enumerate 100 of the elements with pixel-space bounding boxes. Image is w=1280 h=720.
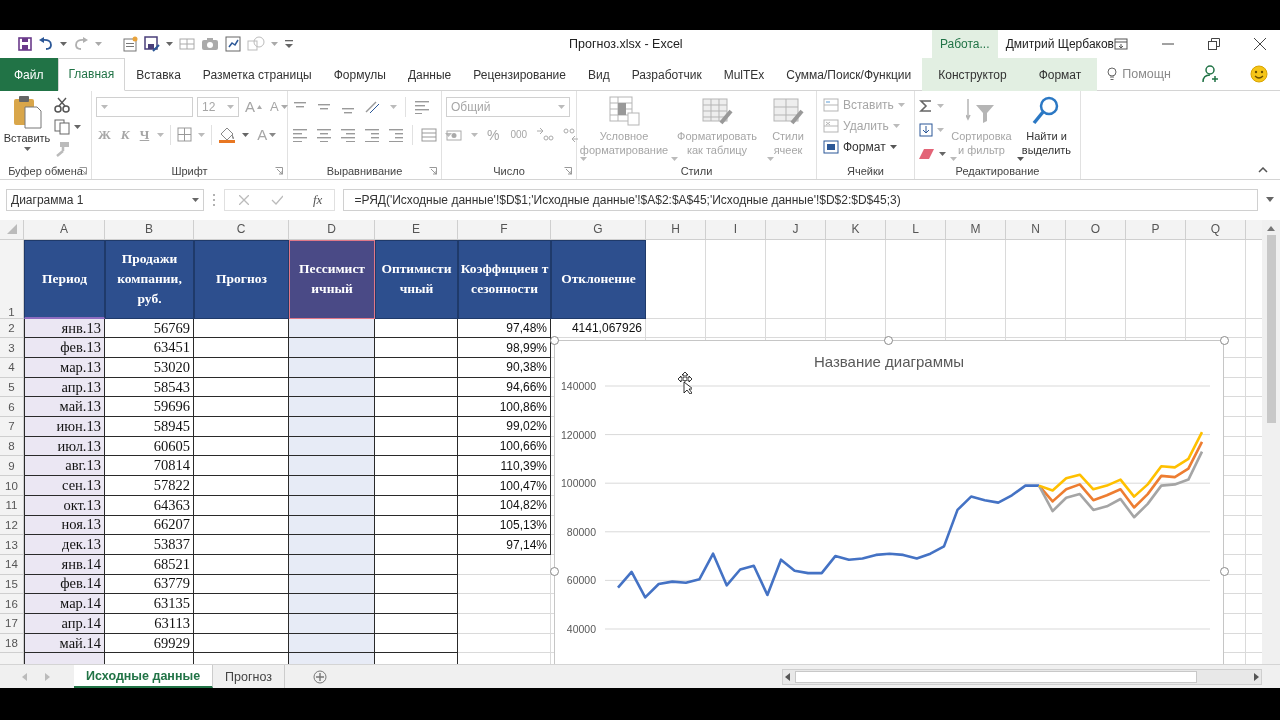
formula-field[interactable]: =РЯД('Исходные данные'!$D$1;'Исходные данные'!$A$2:$A$45;'Исходные данные'!$D$2:$D$45;3) xyxy=(343,188,1258,211)
row-header[interactable]: 1 xyxy=(0,239,24,319)
sum-icon[interactable] xyxy=(919,98,933,113)
column-header[interactable]: B xyxy=(105,219,194,240)
row-header[interactable]: 3 xyxy=(0,338,24,359)
save-icon[interactable] xyxy=(18,37,32,51)
save-as-icon[interactable] xyxy=(144,36,160,52)
ribbon-tab[interactable]: Разработчик xyxy=(620,58,713,91)
column-header[interactable]: K xyxy=(826,219,886,240)
row-header[interactable]: 4 xyxy=(0,358,24,378)
column-header[interactable]: O xyxy=(1066,219,1126,240)
increase-decimal-icon[interactable] xyxy=(536,126,555,143)
document-icon[interactable] xyxy=(122,36,138,52)
previous-sheet-icon[interactable] xyxy=(22,672,27,681)
paste-button[interactable]: Вставить xyxy=(4,94,50,163)
wrap-text-icon[interactable] xyxy=(414,99,430,114)
table-icon[interactable] xyxy=(179,37,195,51)
next-sheet-icon[interactable] xyxy=(45,672,50,681)
column-header[interactable]: H xyxy=(646,219,706,240)
chart-icon[interactable] xyxy=(225,36,241,52)
column-header[interactable]: P xyxy=(1126,219,1186,240)
row-header[interactable]: 13 xyxy=(0,535,24,555)
column-header[interactable]: F xyxy=(458,219,551,240)
copy-icon[interactable] xyxy=(54,118,70,135)
column-header[interactable]: E xyxy=(375,219,458,240)
ribbon-tab[interactable]: Файл xyxy=(0,58,58,91)
row-header[interactable]: 18 xyxy=(0,633,24,654)
fill-color-icon[interactable] xyxy=(218,126,237,144)
scrollbar-thumb[interactable] xyxy=(795,670,1197,683)
accounting-icon[interactable] xyxy=(446,127,464,142)
add-person-icon[interactable] xyxy=(1202,64,1220,83)
ribbon-tab[interactable]: Конструктор xyxy=(922,58,1023,91)
column-header[interactable]: Q xyxy=(1186,219,1246,240)
ribbon-display-icon[interactable] xyxy=(1114,38,1128,50)
align-left-icon[interactable] xyxy=(292,127,308,142)
row-header[interactable]: 5 xyxy=(0,377,24,398)
ribbon-tab[interactable]: Вставка xyxy=(125,58,192,91)
eraser-icon[interactable] xyxy=(919,147,935,160)
decrease-decimal-icon[interactable] xyxy=(561,126,580,143)
align-right-icon[interactable] xyxy=(340,127,356,142)
fill-down-icon[interactable] xyxy=(919,122,933,137)
ribbon-tab[interactable]: Главная xyxy=(57,58,126,91)
row-header[interactable]: 6 xyxy=(0,397,24,418)
column-header[interactable]: L xyxy=(886,219,946,240)
row-header[interactable]: 10 xyxy=(0,476,24,496)
ribbon-tab[interactable]: Формат xyxy=(1022,58,1098,91)
align-center-icon[interactable] xyxy=(316,127,332,142)
close-icon[interactable] xyxy=(1254,38,1266,50)
row-header[interactable]: 16 xyxy=(0,594,24,614)
restore-icon[interactable] xyxy=(1208,38,1220,50)
user-name[interactable]: Дмитрий Щербаков xyxy=(1005,37,1114,51)
format-painter-icon[interactable] xyxy=(54,140,70,157)
lightbulb-icon[interactable] xyxy=(1107,66,1118,81)
decrease-indent-icon[interactable] xyxy=(364,127,380,142)
camera-icon[interactable] xyxy=(201,37,219,51)
ribbon-tab[interactable]: Рецензирование xyxy=(462,58,577,91)
row-header[interactable]: 14 xyxy=(0,554,24,575)
expand-icon[interactable] xyxy=(1266,197,1274,203)
row-header[interactable]: 11 xyxy=(0,495,24,516)
column-header[interactable]: J xyxy=(766,219,826,240)
row-header[interactable]: 7 xyxy=(0,417,24,437)
row-header[interactable]: 8 xyxy=(0,436,24,457)
resize-handle[interactable] xyxy=(1220,335,1229,345)
column-header[interactable]: D xyxy=(289,219,375,240)
scroll-right-icon[interactable] xyxy=(1251,672,1261,681)
redo-icon[interactable] xyxy=(73,37,89,51)
scrollbar-thumb[interactable] xyxy=(1266,234,1276,423)
smiley-icon[interactable] xyxy=(1250,64,1268,83)
scroll-left-icon[interactable] xyxy=(783,672,793,681)
column-header[interactable]: N xyxy=(1006,219,1066,240)
row-header[interactable]: 2 xyxy=(0,318,24,339)
row-header[interactable]: 15 xyxy=(0,574,24,595)
sheet-tab[interactable]: Прогноз xyxy=(213,665,285,688)
name-box[interactable]: Диаграмма 1 xyxy=(6,188,204,211)
increase-indent-icon[interactable] xyxy=(388,127,404,142)
ribbon-tab[interactable]: Данные xyxy=(396,58,463,91)
borders-icon[interactable] xyxy=(177,127,193,143)
scroll-up-icon[interactable] xyxy=(1267,225,1275,231)
column-header[interactable]: I xyxy=(706,219,766,240)
font-name-field[interactable] xyxy=(96,96,193,117)
new-sheet-icon[interactable] xyxy=(313,669,327,684)
scissors-icon[interactable] xyxy=(54,96,70,113)
editing-button[interactable]: Найти и выделить xyxy=(1016,94,1076,164)
column-header[interactable]: C xyxy=(194,219,289,240)
row-header[interactable]: 12 xyxy=(0,515,24,536)
customize-icon[interactable] xyxy=(284,39,294,49)
cells-menu-button[interactable]: Формат xyxy=(821,136,907,158)
chart-area[interactable]: Название диаграммы 40000 60000 80000 100000 120000 140000 xyxy=(554,339,1224,664)
ribbon-tab[interactable]: Вид xyxy=(576,58,621,91)
collapse-ribbon-icon[interactable] xyxy=(1258,166,1268,173)
drag-handle-icon[interactable] xyxy=(212,192,216,207)
ribbon-tab[interactable]: MulTEx xyxy=(712,58,776,91)
resize-handle[interactable] xyxy=(884,335,893,345)
insert-function-button[interactable]: fx xyxy=(305,191,335,208)
column-header[interactable]: M xyxy=(946,219,1006,240)
tell-me-field[interactable]: Помощн xyxy=(1122,66,1171,81)
row-header[interactable]: 9 xyxy=(0,456,24,477)
ribbon-tab[interactable]: Формулы xyxy=(322,58,397,91)
check-icon[interactable] xyxy=(271,194,283,205)
cancel-icon[interactable] xyxy=(239,194,249,205)
